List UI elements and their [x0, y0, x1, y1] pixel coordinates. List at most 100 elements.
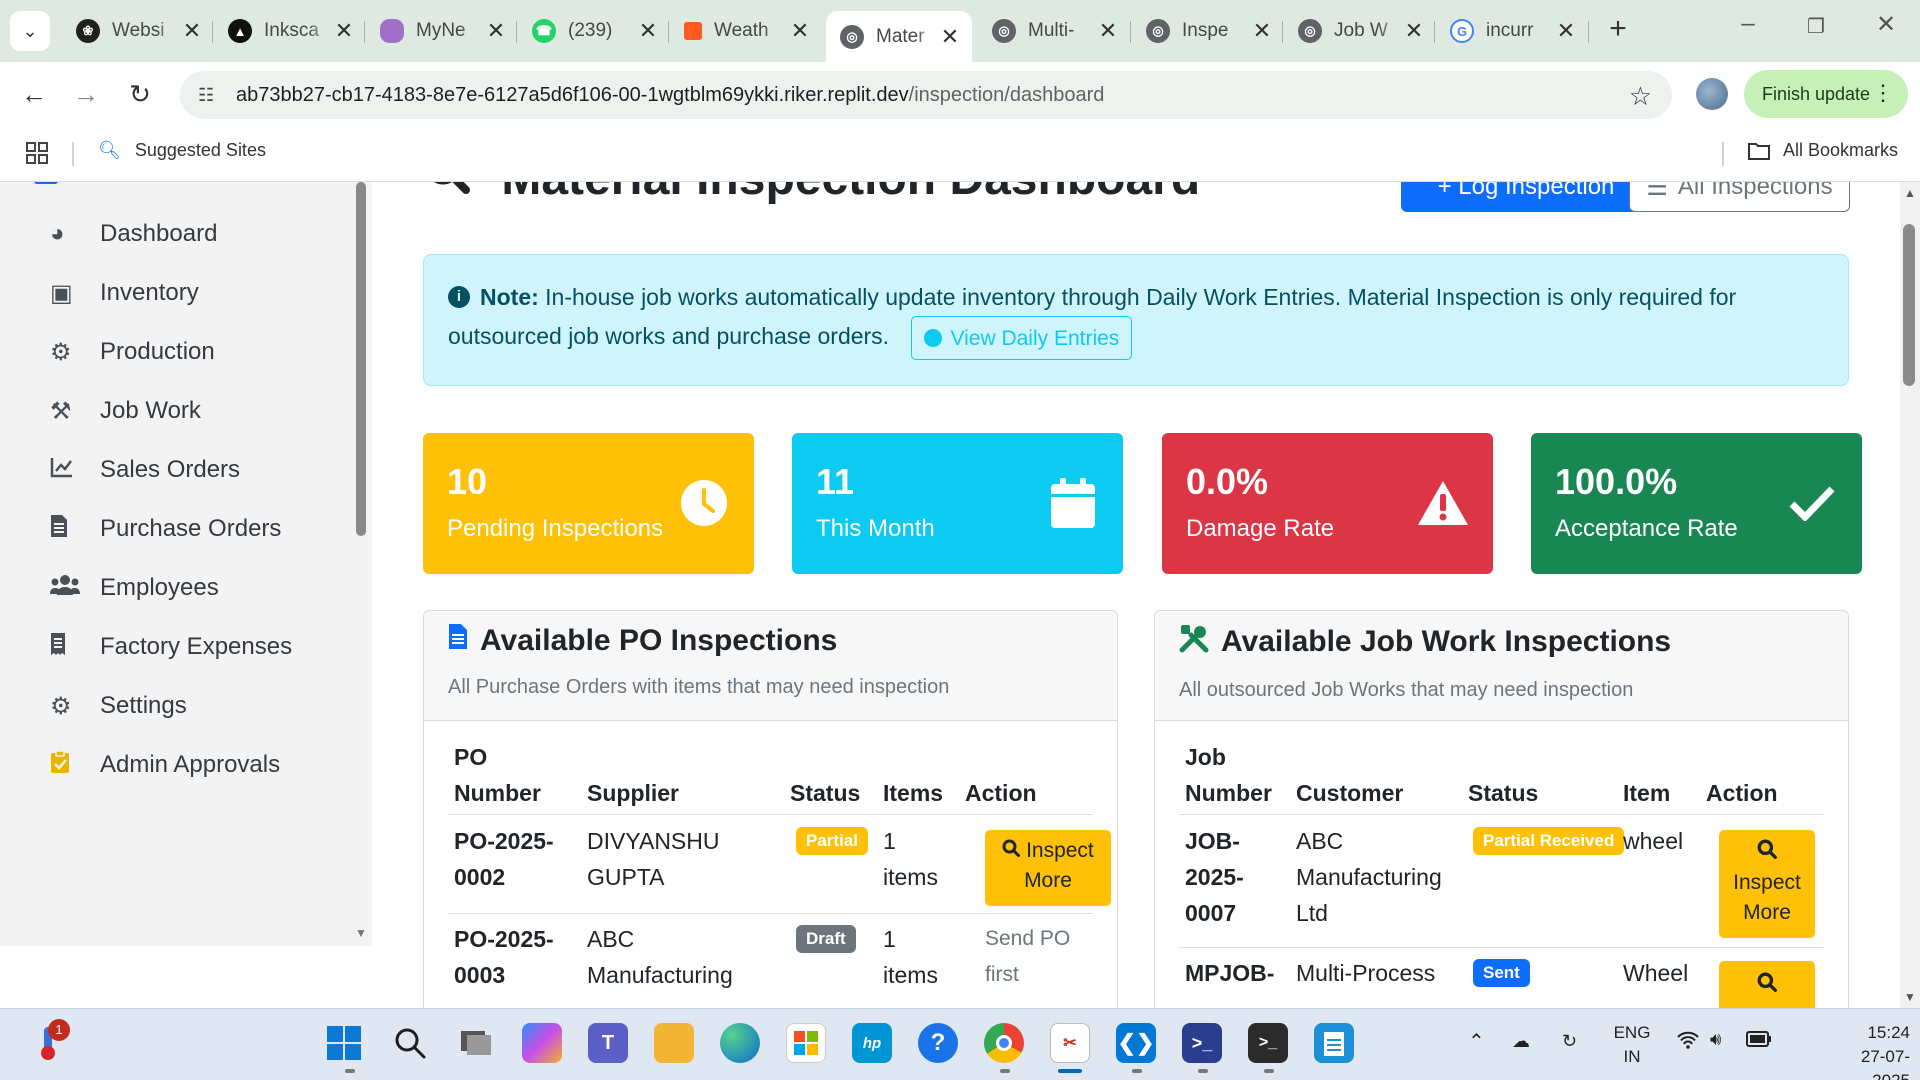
close-window-button[interactable]: ✕	[1866, 10, 1906, 39]
view-daily-entries-button[interactable]: View Daily Entries	[911, 316, 1133, 360]
tab-9[interactable]: ◎ Job W ✕	[1284, 11, 1436, 51]
microsoft-store-icon[interactable]	[786, 1023, 826, 1063]
sidebar-item-factory-expenses[interactable]: Factory Expenses	[50, 627, 292, 667]
file-explorer-icon[interactable]	[654, 1023, 694, 1063]
tab-strip: ⌄ ❀ Websi ✕ ▲ Inksca ✕ MyNe ✕ ☎ (239) ✕ …	[0, 0, 1920, 62]
po-number: 0002	[454, 864, 506, 890]
sidebar-item-employees[interactable]: Employees	[50, 568, 219, 608]
chevron-up-icon[interactable]: ⌃	[1468, 1029, 1485, 1054]
edge-icon[interactable]	[720, 1023, 760, 1063]
scroll-down-icon[interactable]: ▼	[1904, 990, 1916, 1004]
inspect-button[interactable]	[1719, 961, 1815, 1008]
help-icon[interactable]: ?	[918, 1023, 958, 1063]
customer-name: Manufacturing	[1296, 864, 1442, 890]
receipt-icon	[50, 632, 100, 663]
sidebar-item-settings[interactable]: ⚙ Settings	[50, 686, 187, 726]
search-icon[interactable]	[390, 1023, 430, 1063]
close-icon[interactable]: ✕	[484, 18, 508, 44]
bookmark-suggested-sites[interactable]: 🔍︎ Suggested Sites	[98, 140, 266, 161]
scrollbar-thumb[interactable]	[1903, 224, 1915, 386]
notepad-icon[interactable]	[1314, 1023, 1354, 1063]
site-settings-icon[interactable]: ☷	[198, 85, 224, 106]
globe-icon: ◎	[840, 24, 864, 49]
address-bar[interactable]: ☷ ab73bb27-cb17-4183-8e7e-6127a5d6f106-0…	[180, 71, 1672, 119]
bookmark-star-icon[interactable]: ☆	[1629, 81, 1652, 112]
sidebar-item-job-work[interactable]: ⚒ Job Work	[50, 391, 201, 431]
po-number: PO-2025-	[454, 828, 554, 854]
vscode-icon[interactable]: ❮❯	[1116, 1023, 1156, 1063]
all-inspections-button[interactable]: ☰ All Inspections	[1629, 182, 1850, 212]
snipping-tool-icon[interactable]: ✂	[1050, 1023, 1090, 1063]
close-icon[interactable]: ✕	[938, 24, 962, 50]
tab-title: Multi-	[1028, 20, 1075, 41]
forward-button[interactable]: →	[68, 76, 104, 112]
card-subtitle: All Purchase Orders with items that may …	[448, 676, 950, 698]
card-header: Available PO Inspections All Purchase Or…	[424, 611, 1117, 721]
powershell-icon[interactable]: >_	[1182, 1023, 1222, 1063]
log-inspection-button[interactable]: + Log Inspection	[1401, 182, 1651, 212]
volume-icon[interactable]: 🔊︎	[1710, 1029, 1721, 1050]
tab-2[interactable]: ▲ Inksca ✕	[214, 11, 366, 51]
po-number: PO-2025-	[454, 926, 554, 952]
tab-7[interactable]: ◎ Multi- ✕	[978, 11, 1130, 51]
terminal-icon[interactable]: >_	[1248, 1023, 1288, 1063]
apps-grid-icon[interactable]	[26, 142, 48, 169]
po-inspections-card: Available PO Inspections All Purchase Or…	[423, 610, 1118, 1008]
tab-8[interactable]: ◎ Inspe ✕	[1132, 11, 1284, 51]
windows-start-icon[interactable]	[324, 1023, 364, 1063]
sidebar-scrollbar[interactable]: ▼	[352, 182, 372, 946]
items-count: 1	[883, 926, 896, 952]
copilot-icon[interactable]	[522, 1023, 562, 1063]
close-icon[interactable]: ✕	[636, 18, 660, 44]
language-indicator[interactable]: ENG IN	[1612, 1021, 1652, 1069]
sync-icon[interactable]: ↻	[1562, 1031, 1577, 1052]
back-button[interactable]: ←	[16, 76, 52, 112]
tab-5[interactable]: Weath ✕	[670, 11, 822, 51]
scroll-down-icon[interactable]: ▼	[355, 926, 367, 940]
sidebar-item-sales-orders[interactable]: Sales Orders	[50, 450, 240, 490]
finish-update-button[interactable]: Finish update ⋮	[1744, 70, 1908, 118]
cloud-icon[interactable]: ☁	[1512, 1031, 1530, 1052]
file-invoice-icon	[50, 514, 100, 545]
teams-icon[interactable]: T	[588, 1023, 628, 1063]
task-view-icon[interactable]	[456, 1023, 496, 1063]
sidebar-item-inventory[interactable]: ▣ Inventory	[50, 273, 199, 313]
battery-icon[interactable]	[1746, 1031, 1772, 1052]
close-icon[interactable]: ✕	[180, 18, 204, 44]
scroll-up-icon[interactable]: ▲	[1904, 186, 1916, 200]
sidebar-item-admin-approvals[interactable]: Admin Approvals	[50, 745, 280, 785]
tab-3[interactable]: MyNe ✕	[366, 11, 518, 51]
sidebar-item-production[interactable]: ⚙ Production	[50, 332, 215, 372]
job-work-inspections-card: Available Job Work Inspections All outso…	[1154, 610, 1849, 1008]
reload-button[interactable]: ↻	[122, 76, 158, 112]
close-icon[interactable]: ✕	[1250, 18, 1274, 44]
tab-6-active[interactable]: ◎ Mater ✕	[826, 11, 972, 62]
tab-1[interactable]: ❀ Websi ✕	[62, 11, 214, 51]
close-icon[interactable]: ✕	[1402, 18, 1426, 44]
job-number: 0007	[1185, 900, 1237, 926]
close-icon[interactable]: ✕	[1096, 18, 1120, 44]
sidebar-item-purchase-orders[interactable]: Purchase Orders	[50, 509, 281, 549]
note-label: Note:	[480, 284, 539, 310]
inspect-more-button[interactable]: Inspect More	[1719, 830, 1815, 938]
myhp-icon[interactable]: hp	[852, 1023, 892, 1063]
minimize-button[interactable]: –	[1728, 10, 1768, 38]
arrow-left-icon: ←	[21, 78, 47, 109]
close-icon[interactable]: ✕	[1554, 18, 1578, 44]
new-tab-button[interactable]: +	[1600, 12, 1636, 46]
chrome-icon[interactable]	[984, 1023, 1024, 1063]
all-bookmarks-button[interactable]: All Bookmarks	[1747, 140, 1898, 161]
tab-search-button[interactable]: ⌄	[10, 11, 50, 51]
system-clock[interactable]: 15:24 27-07-2025	[1826, 1021, 1910, 1080]
profile-avatar[interactable]	[1696, 78, 1728, 110]
close-icon[interactable]: ✕	[332, 18, 356, 44]
wifi-icon[interactable]	[1676, 1031, 1700, 1054]
close-icon[interactable]: ✕	[788, 18, 812, 44]
tab-10[interactable]: G incurr ✕	[1436, 11, 1588, 51]
scrollbar-thumb[interactable]	[356, 182, 366, 536]
tab-4[interactable]: ☎ (239) ✕	[518, 11, 670, 51]
page-scrollbar[interactable]: ▲ ▼	[1900, 182, 1920, 1008]
sidebar-item-dashboard[interactable]: ◕ Dashboard	[50, 214, 217, 254]
restore-button[interactable]: ❐	[1796, 14, 1836, 39]
inspect-more-button[interactable]: Inspect More	[985, 830, 1111, 906]
